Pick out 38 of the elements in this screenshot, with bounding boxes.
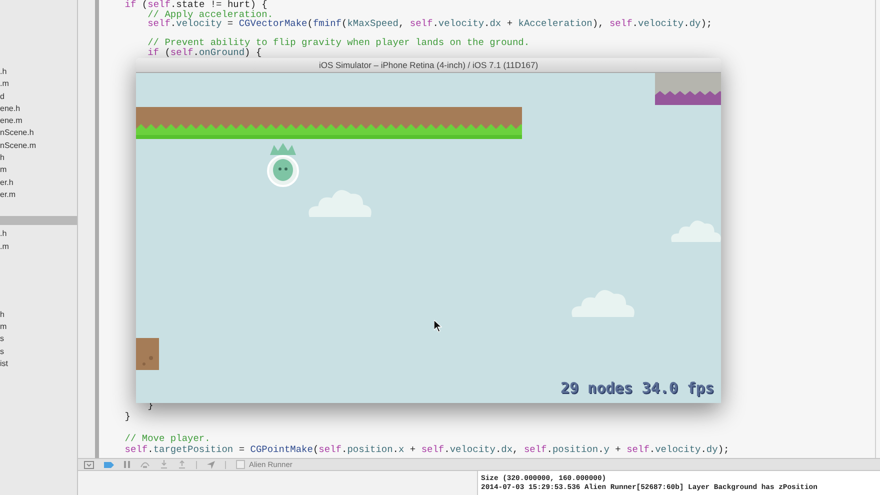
file-name[interactable]: .h	[0, 66, 7, 78]
file-name[interactable]: s	[0, 346, 4, 358]
file-name[interactable]: er.h	[0, 176, 14, 189]
panel-toggle-icon[interactable]	[84, 460, 94, 468]
file-name[interactable]: ist	[0, 358, 8, 370]
step-out-icon[interactable]	[178, 460, 186, 469]
file-name[interactable]: d	[0, 90, 4, 103]
file-name[interactable]: .m	[0, 240, 9, 253]
code-line: // Apply acceleration.	[146, 10, 274, 20]
window-title: iOS Simulator – iPhone Retina (4-inch) / iOS 7.1 (11D167)	[318, 58, 538, 72]
step-into-icon[interactable]	[160, 460, 168, 469]
file-name[interactable]: ene.m	[0, 115, 22, 128]
mouse-cursor-icon	[434, 320, 442, 332]
code-line: }	[124, 411, 131, 422]
location-arrow-icon[interactable]	[207, 460, 215, 468]
code-line: if (self.state != hurt) {	[124, 0, 268, 10]
file-name[interactable]: .h	[0, 228, 7, 241]
file-name[interactable]: h	[0, 152, 4, 164]
file-name[interactable]: nScene.m	[0, 140, 36, 152]
file-name[interactable]: m	[0, 321, 7, 334]
dirt-block-drawing	[136, 338, 159, 370]
step-over-icon[interactable]	[140, 461, 150, 468]
file-name[interactable]: s	[0, 333, 4, 346]
file-name[interactable]: nScene.h	[0, 127, 34, 140]
node-fps-stats: 29 nodes 34.0 fps	[560, 378, 714, 398]
code-line: if (self.onGround) {	[146, 48, 262, 58]
code-line: self.velocity = CGVectorMake(fminf(kMaxSpeed, self.velocity.dx + kAcceleration), self.velocity.dy);	[146, 19, 712, 29]
code-line: // Move player.	[124, 433, 210, 444]
breakpoint-icon[interactable]	[104, 462, 114, 468]
file-name[interactable]: m	[0, 164, 7, 177]
alien-character-drawing	[266, 141, 300, 187]
file-name[interactable]: ene.h	[0, 102, 20, 116]
file-name[interactable]: h	[0, 308, 4, 322]
file-name[interactable]: er.m	[0, 188, 16, 202]
file-name[interactable]: .m	[0, 78, 9, 91]
code-line: // Prevent ability to flip gravity when player lands on the ground.	[146, 38, 530, 48]
pause-icon[interactable]	[124, 461, 130, 468]
code-line: self.targetPosition = CGPointMake(self.position.x + self.velocity.dx, self.position.y + self.velocity.dy);	[124, 444, 730, 455]
